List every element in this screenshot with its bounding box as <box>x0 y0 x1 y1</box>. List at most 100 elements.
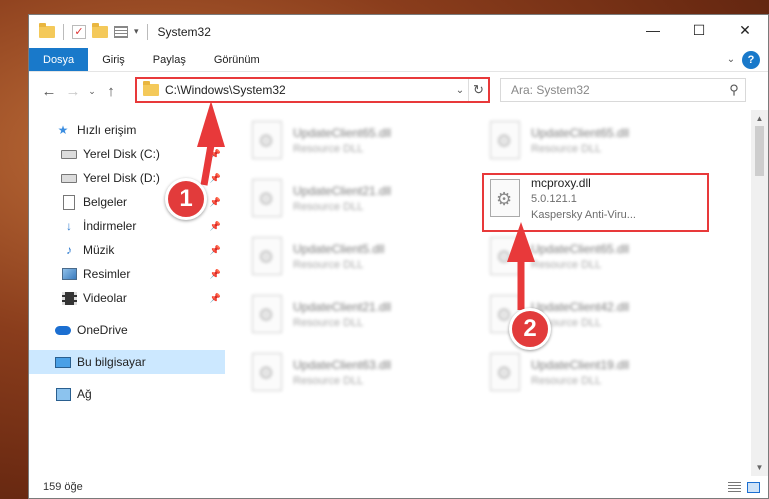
large-icons-view-icon[interactable] <box>747 481 760 493</box>
search-input[interactable]: Ara: System32 ⚲ <box>500 78 746 102</box>
file-name: UpdateClient42.dll <box>531 300 630 314</box>
sidebar-item-label: Videolar <box>83 291 127 305</box>
up-button[interactable]: ↑ <box>99 79 123 103</box>
file-type: Resource DLL <box>531 259 602 271</box>
forward-button[interactable]: → <box>61 79 85 103</box>
toolbar-divider <box>63 23 64 40</box>
tab-file[interactable]: Dosya <box>29 48 89 71</box>
dll-file-icon: ⚙ <box>249 351 285 395</box>
drive-icon <box>61 173 77 183</box>
file-type: Resource DLL <box>531 375 602 387</box>
this-pc-icon <box>55 356 71 368</box>
file-type: Resource DLL <box>293 317 364 329</box>
sidebar-item-label: Müzik <box>83 243 115 257</box>
back-button[interactable]: ← <box>37 79 61 103</box>
scrollbar-thumb[interactable] <box>755 126 764 176</box>
help-button[interactable]: ? <box>742 51 760 69</box>
address-dropdown-icon[interactable]: ⌄ <box>452 85 468 96</box>
file-item[interactable]: ⚙ UpdateClient21.dll Resource DLL <box>243 288 461 342</box>
file-name: UpdateClient65.dll <box>531 126 630 140</box>
documents-icon <box>63 194 75 210</box>
pin-icon[interactable]: 📌 <box>210 221 221 232</box>
recent-locations-dropdown-icon[interactable]: ⌄ <box>85 79 99 103</box>
close-button[interactable]: ✕ <box>722 15 768 45</box>
file-item[interactable]: ⚙ UpdateClient21.dll Resource DLL <box>243 172 461 226</box>
file-item[interactable]: ⚙ UpdateClient65.dll Resource DLL <box>481 230 699 284</box>
sidebar-item-pictures[interactable]: Resimler 📌 <box>29 262 225 286</box>
scroll-down-icon[interactable]: ▼ <box>751 459 768 476</box>
mcproxy-highlight-box <box>482 173 709 232</box>
expand-ribbon-chevron-icon[interactable]: ⌄ <box>720 48 742 71</box>
dll-file-icon: ⚙ <box>249 293 285 337</box>
pin-icon[interactable]: 📌 <box>210 173 221 184</box>
file-name: UpdateClient63.dll <box>293 358 392 372</box>
file-name: UpdateClient65.dll <box>531 242 630 256</box>
sidebar-item-label: Hızlı erişim <box>77 123 137 137</box>
file-type: Resource DLL <box>293 259 364 271</box>
refresh-button[interactable]: ↻ <box>468 79 488 101</box>
search-icon[interactable]: ⚲ <box>723 82 745 98</box>
sidebar-item-onedrive[interactable]: OneDrive <box>29 318 225 342</box>
pin-icon[interactable]: 📌 <box>210 197 221 208</box>
file-item[interactable]: ⚙ UpdateClient65.dll Resource DLL <box>243 114 461 168</box>
toolbar-divider <box>146 23 148 40</box>
sidebar-item-local-disk-c[interactable]: Yerel Disk (C:) 📌 <box>29 142 225 166</box>
scroll-up-icon[interactable]: ▲ <box>751 110 768 127</box>
main-area: ★ Hızlı erişim Yerel Disk (C:) 📌 Yerel D… <box>29 110 768 476</box>
item-count: 159 öğe <box>43 481 83 493</box>
file-item[interactable]: ⚙ UpdateClient63.dll Resource DLL <box>243 346 461 400</box>
properties-check-icon[interactable]: ✓ <box>72 24 86 39</box>
file-item[interactable]: ⚙ UpdateClient65.dll Resource DLL <box>481 114 699 168</box>
maximize-button[interactable]: ☐ <box>676 15 722 45</box>
sidebar-item-label: Resimler <box>83 267 131 281</box>
file-item[interactable]: ⚙ UpdateClient19.dll Resource DLL <box>481 346 699 400</box>
pin-icon[interactable]: 📌 <box>210 245 221 256</box>
view-switcher <box>728 481 760 493</box>
sidebar-item-videos[interactable]: Videolar 📌 <box>29 286 225 310</box>
file-name: UpdateClient21.dll <box>293 300 392 314</box>
star-icon: ★ <box>57 123 69 137</box>
search-placeholder[interactable]: Ara: System32 <box>511 83 723 97</box>
quick-access-toolbar: ✓ ▾ <box>29 22 150 40</box>
file-type: Resource DLL <box>531 143 602 155</box>
sidebar-item-music[interactable]: ♪ Müzik 📌 <box>29 238 225 262</box>
sidebar-item-label: Ağ <box>77 387 92 401</box>
minimize-button[interactable]: — <box>630 15 676 45</box>
network-icon <box>55 387 71 401</box>
customize-toolbar-dropdown-icon[interactable]: ▾ <box>134 26 139 37</box>
sidebar-item-this-pc[interactable]: Bu bilgisayar <box>29 350 225 374</box>
folder-icon[interactable] <box>39 22 55 38</box>
tab-home[interactable]: Giriş <box>88 48 139 71</box>
address-path[interactable]: C:\Windows\System32 <box>165 83 452 97</box>
ribbon-tabs: Dosya Giriş Paylaş Görünüm ⌄ ? <box>29 48 768 72</box>
sidebar-item-network[interactable]: Ağ <box>29 382 225 406</box>
title-bar: ✓ ▾ System32 — ☐ ✕ <box>29 15 768 48</box>
pin-icon[interactable]: 📌 <box>210 149 221 160</box>
drive-icon <box>61 149 77 159</box>
dll-file-icon: ⚙ <box>249 177 285 221</box>
file-name: UpdateClient19.dll <box>531 358 630 372</box>
new-folder-icon[interactable] <box>92 22 108 38</box>
sidebar-item-label: Bu bilgisayar <box>77 355 146 369</box>
explorer-window: ✓ ▾ System32 — ☐ ✕ Dosya Giriş Paylaş Gö… <box>28 14 769 499</box>
onedrive-icon <box>55 325 71 335</box>
download-icon: ↓ <box>66 219 72 233</box>
step-1-badge: 1 <box>165 178 207 220</box>
view-options-icon[interactable] <box>114 25 128 38</box>
pin-icon[interactable]: 📌 <box>210 293 221 304</box>
pin-icon[interactable]: 📌 <box>210 269 221 280</box>
sidebar-item-quick-access[interactable]: ★ Hızlı erişim <box>29 118 225 142</box>
file-type: Resource DLL <box>293 201 364 213</box>
folder-icon <box>143 81 159 96</box>
tab-view[interactable]: Görünüm <box>200 48 274 71</box>
vertical-scrollbar[interactable]: ▲ ▼ <box>751 110 768 476</box>
navigation-pane: ★ Hızlı erişim Yerel Disk (C:) 📌 Yerel D… <box>29 110 225 476</box>
file-type: Resource DLL <box>293 375 364 387</box>
file-item[interactable]: ⚙ UpdateClient5.dll Resource DLL <box>243 230 461 284</box>
file-name: UpdateClient21.dll <box>293 184 392 198</box>
details-view-icon[interactable] <box>728 481 741 493</box>
file-name: UpdateClient65.dll <box>293 126 392 140</box>
dll-file-icon: ⚙ <box>249 119 285 163</box>
tab-share[interactable]: Paylaş <box>139 48 200 71</box>
address-bar[interactable]: C:\Windows\System32 ⌄ ↻ <box>135 77 490 103</box>
